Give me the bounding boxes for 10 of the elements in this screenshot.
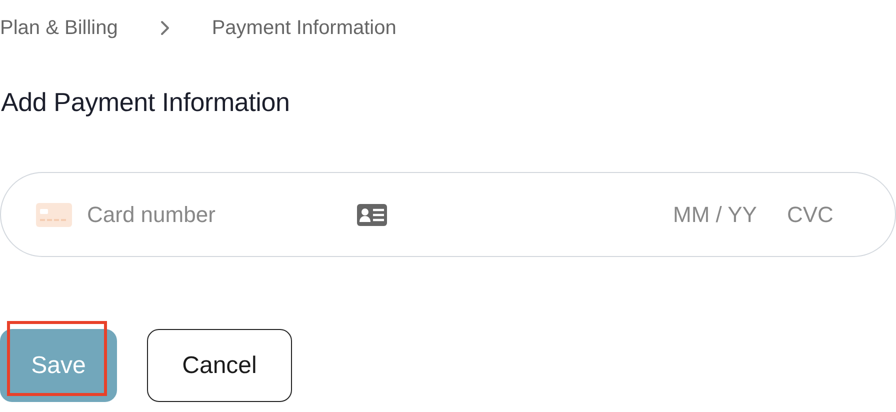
- cancel-button[interactable]: Cancel: [147, 329, 292, 402]
- id-card-icon: [357, 204, 387, 226]
- breadcrumb-link[interactable]: Payment Information: [212, 16, 396, 40]
- chevron-icon: [160, 20, 170, 36]
- expiry-field[interactable]: MM / YY: [673, 202, 773, 228]
- credit-card-icon: [36, 202, 72, 226]
- page-heading: Add Payment Information: [1, 86, 291, 119]
- breadcrumb-link[interactable]: Plan & Billing: [0, 16, 118, 40]
- cvc-field[interactable]: CVC: [787, 202, 847, 228]
- card-number-field[interactable]: Card number: [87, 202, 327, 228]
